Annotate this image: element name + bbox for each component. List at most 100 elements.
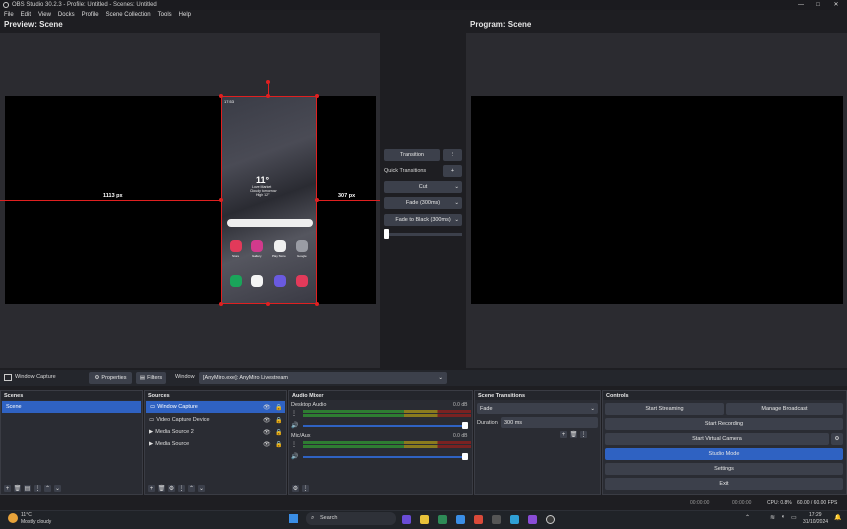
virtual-camera-settings-button[interactable]: ⚙: [831, 433, 843, 445]
exit-button[interactable]: Exit: [605, 478, 843, 490]
resize-handle-b[interactable]: [266, 302, 270, 306]
add-quick-transition-button[interactable]: +: [443, 165, 462, 177]
chevron-up-icon[interactable]: ⌃: [745, 514, 750, 521]
more-vertical-icon[interactable]: ⋮: [291, 441, 297, 448]
volume-slider[interactable]: [303, 425, 467, 427]
filters-button[interactable]: ▤ Filters: [136, 372, 166, 384]
eye-icon[interactable]: 👁: [263, 441, 271, 448]
window-capture-icon: [4, 374, 12, 381]
eye-icon[interactable]: 👁: [263, 404, 271, 411]
eye-icon[interactable]: 👁: [263, 417, 271, 424]
settings-button[interactable]: Settings: [605, 463, 843, 475]
lock-icon[interactable]: 🔒: [275, 417, 282, 424]
more-vertical-icon[interactable]: ⋮: [178, 485, 185, 492]
menu-scene-collection[interactable]: Scene Collection: [106, 12, 151, 18]
speaker-icon[interactable]: 🔊: [291, 453, 298, 460]
chrome-icon[interactable]: [474, 515, 483, 524]
file-explorer-icon[interactable]: [420, 515, 429, 524]
mixer-settings-button[interactable]: ⚙: [292, 485, 299, 492]
wifi-icon[interactable]: ≋: [770, 514, 775, 521]
resize-handle-bl[interactable]: [219, 302, 223, 306]
properties-button[interactable]: ⚙ Properties: [89, 372, 132, 384]
menu-edit[interactable]: Edit: [21, 12, 31, 18]
volume-slider-handle[interactable]: [462, 422, 468, 429]
studio-mode-button[interactable]: Studio Mode: [605, 448, 843, 460]
add-transition-button[interactable]: +: [560, 431, 567, 438]
edge-icon[interactable]: [510, 515, 519, 524]
resize-handle-r[interactable]: [315, 198, 319, 202]
menu-file[interactable]: File: [4, 12, 14, 18]
more-vertical-icon[interactable]: ⋮: [580, 431, 587, 438]
add-scene-button[interactable]: +: [4, 485, 11, 492]
more-vertical-icon[interactable]: ⋮: [34, 485, 41, 492]
speaker-icon[interactable]: 🔊: [291, 422, 298, 429]
more-vertical-icon[interactable]: ⋮: [302, 485, 309, 492]
transition-select[interactable]: Fade ⌄: [477, 403, 598, 414]
lock-icon[interactable]: 🔒: [275, 404, 282, 411]
start-virtual-camera-button[interactable]: Start Virtual Camera: [605, 433, 829, 445]
play-store-app-icon: [274, 240, 286, 252]
menu-profile[interactable]: Profile: [82, 12, 99, 18]
remove-transition-button[interactable]: 🗑: [570, 431, 577, 438]
move-down-button[interactable]: ⌄: [54, 485, 61, 492]
right-measure-label: 307 px: [338, 193, 356, 199]
gear-icon: ⚙: [834, 436, 840, 442]
quick-transitions-label: Quick Transitions: [384, 168, 427, 174]
more-vertical-icon[interactable]: ⋮: [291, 410, 297, 417]
store-icon[interactable]: [438, 515, 447, 524]
menu-view[interactable]: View: [38, 12, 51, 18]
battery-icon[interactable]: ▭: [791, 514, 797, 521]
scene-item[interactable]: Scene: [2, 401, 141, 413]
tbar-slider-track[interactable]: [384, 233, 462, 236]
source-name-label: Window Capture: [15, 374, 56, 380]
resize-handle-tr[interactable]: [315, 94, 319, 98]
transition-options-button[interactable]: ⋮: [443, 149, 462, 161]
volume-slider-handle[interactable]: [462, 453, 468, 460]
taskbar-search[interactable]: ⌕ Search: [306, 512, 396, 525]
filters-label: Filters: [147, 375, 163, 381]
mail-icon[interactable]: [456, 515, 465, 524]
start-recording-button[interactable]: Start Recording: [605, 418, 843, 430]
title-bar: OBS Studio 30.2.3 - Profile: Untitled - …: [0, 0, 847, 10]
transition-button[interactable]: Transition: [384, 149, 440, 161]
resize-handle-br[interactable]: [315, 302, 319, 306]
resize-handle-l[interactable]: [219, 198, 223, 202]
menu-docks[interactable]: Docks: [58, 12, 75, 18]
copilot-icon[interactable]: [402, 515, 411, 524]
start-streaming-button[interactable]: Start Streaming: [605, 403, 724, 415]
quick-transition-fade[interactable]: Fade (300ms) ⌄: [384, 197, 462, 209]
remove-source-button[interactable]: 🗑: [158, 485, 165, 492]
quick-transition-fade-black[interactable]: Fade to Black (300ms) ⌄: [384, 214, 462, 226]
menu-help[interactable]: Help: [179, 12, 191, 18]
start-icon[interactable]: [289, 514, 298, 523]
quick-transition-cut[interactable]: Cut ⌄: [384, 181, 462, 193]
volume-slider[interactable]: [303, 456, 467, 458]
lock-icon[interactable]: 🔒: [275, 441, 282, 448]
phone-screen-source[interactable]: 17:53 11° Lovе Market Cloudy tomorrow Hi…: [221, 96, 317, 304]
resize-handle-t[interactable]: [266, 94, 270, 98]
obs-taskbar-icon[interactable]: [546, 515, 555, 524]
move-up-button[interactable]: ⌃: [44, 485, 51, 492]
close-button[interactable]: ✕: [826, 0, 846, 10]
add-source-button[interactable]: +: [148, 485, 155, 492]
source-properties-button[interactable]: ⚙: [168, 485, 175, 492]
duration-input[interactable]: 300 ms: [501, 417, 598, 428]
scene-filters-button[interactable]: ▤: [24, 485, 31, 492]
window-select[interactable]: [AnyMiro.exe]: AnyMiro Livestream ⌄: [199, 372, 447, 384]
remove-scene-button[interactable]: 🗑: [14, 485, 21, 492]
maximize-button[interactable]: □: [808, 0, 828, 10]
notification-bell-icon[interactable]: 🔔: [834, 514, 841, 521]
app-icon[interactable]: [528, 515, 537, 524]
resize-handle-tl[interactable]: [219, 94, 223, 98]
cpu-usage: CPU: 0.8%: [767, 500, 792, 506]
terminal-icon[interactable]: [492, 515, 501, 524]
manage-broadcast-button[interactable]: Manage Broadcast: [726, 403, 843, 415]
move-up-button[interactable]: ⌃: [188, 485, 195, 492]
lock-icon[interactable]: 🔒: [275, 429, 282, 436]
right-guide-line: [318, 200, 380, 201]
move-down-button[interactable]: ⌄: [198, 485, 205, 492]
eye-icon[interactable]: 👁: [263, 429, 271, 436]
volume-icon[interactable]: ◖: [781, 514, 785, 520]
menu-tools[interactable]: Tools: [158, 12, 172, 18]
tbar-slider-handle[interactable]: [384, 229, 389, 239]
